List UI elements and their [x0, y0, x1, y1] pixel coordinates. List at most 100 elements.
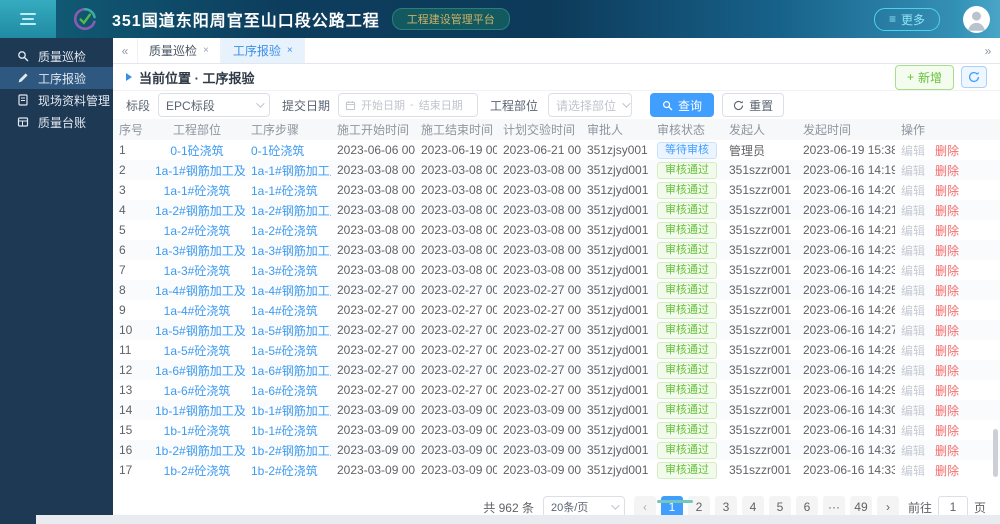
edit-link[interactable]: 编辑 — [901, 384, 925, 398]
table-row[interactable]: 9 1a-4#砼浇筑 1a-4#砼浇筑 2023-02-27 00:00 202… — [113, 300, 1000, 320]
delete-link[interactable]: 删除 — [935, 144, 959, 158]
cell-part-link[interactable]: 1b-2#钢筋加工及安装 — [149, 440, 245, 460]
edit-link[interactable]: 编辑 — [901, 244, 925, 258]
edit-link[interactable]: 编辑 — [901, 364, 925, 378]
table-row[interactable]: 12 1a-6#钢筋加工及安装 1a-6#钢筋加工及安装 2023-02-27 … — [113, 360, 1000, 380]
delete-link[interactable]: 删除 — [935, 164, 959, 178]
table-row[interactable]: 5 1a-2#砼浇筑 1a-2#砼浇筑 2023-03-08 00:00 202… — [113, 220, 1000, 240]
table-row[interactable]: 3 1a-1#砼浇筑 1a-1#砼浇筑 2023-03-08 00:00 202… — [113, 180, 1000, 200]
more-button[interactable]: ≡ 更多 — [873, 7, 940, 31]
vertical-scrollbar-thumb[interactable] — [993, 429, 998, 477]
cell-step-link[interactable]: 1a-5#钢筋加工及安装 — [245, 320, 331, 340]
cell-part-link[interactable]: 1a-6#砼浇筑 — [149, 380, 245, 400]
tabs-scroll-right-icon[interactable]: » — [976, 38, 1000, 63]
section-select[interactable]: EPC标段 — [158, 93, 271, 117]
edit-link[interactable]: 编辑 — [901, 164, 925, 178]
cell-part-link[interactable]: 1b-1#钢筋加工及安装 — [149, 400, 245, 420]
cell-step-link[interactable]: 0-1砼浇筑 — [245, 140, 331, 160]
delete-link[interactable]: 删除 — [935, 284, 959, 298]
delete-link[interactable]: 删除 — [935, 204, 959, 218]
cell-step-link[interactable]: 1a-4#砼浇筑 — [245, 300, 331, 320]
cell-step-link[interactable]: 1a-3#钢筋加工及安装 — [245, 240, 331, 260]
delete-link[interactable]: 删除 — [935, 244, 959, 258]
sidebar-item-site-documents[interactable]: 现场资料管理 — [0, 89, 113, 111]
cell-step-link[interactable]: 1a-2#钢筋加工及安装 — [245, 200, 331, 220]
date-range-input[interactable]: 开始日期 - 结束日期 — [338, 93, 479, 117]
edit-link[interactable]: 编辑 — [901, 204, 925, 218]
cell-step-link[interactable]: 1b-2#砼浇筑 — [245, 460, 331, 480]
collapse-menu-icon[interactable] — [0, 0, 56, 38]
cell-part-link[interactable]: 1a-5#砼浇筑 — [149, 340, 245, 360]
delete-link[interactable]: 删除 — [935, 184, 959, 198]
edit-link[interactable]: 编辑 — [901, 404, 925, 418]
cell-step-link[interactable]: 1b-1#钢筋加工及安装 — [245, 400, 331, 420]
delete-link[interactable]: 删除 — [935, 264, 959, 278]
cell-step-link[interactable]: 1a-1#砼浇筑 — [245, 180, 331, 200]
cell-part-link[interactable]: 1b-1#砼浇筑 — [149, 420, 245, 440]
cell-part-link[interactable]: 1a-2#钢筋加工及安装 — [149, 200, 245, 220]
edit-link[interactable]: 编辑 — [901, 264, 925, 278]
delete-link[interactable]: 删除 — [935, 344, 959, 358]
edit-link[interactable]: 编辑 — [901, 304, 925, 318]
delete-link[interactable]: 删除 — [935, 384, 959, 398]
table-row[interactable]: 16 1b-2#钢筋加工及安装 1b-2#钢筋加工及安装 2023-03-09 … — [113, 440, 1000, 460]
cell-step-link[interactable]: 1a-4#钢筋加工及安装 — [245, 280, 331, 300]
delete-link[interactable]: 删除 — [935, 224, 959, 238]
delete-link[interactable]: 删除 — [935, 304, 959, 318]
cell-part-link[interactable]: 1a-1#砼浇筑 — [149, 180, 245, 200]
edit-link[interactable]: 编辑 — [901, 444, 925, 458]
cell-part-link[interactable]: 1a-6#钢筋加工及安装 — [149, 360, 245, 380]
window-horizontal-scrollbar[interactable] — [36, 515, 1000, 524]
cell-step-link[interactable]: 1a-1#钢筋加工及安装 — [245, 160, 331, 180]
delete-link[interactable]: 删除 — [935, 444, 959, 458]
delete-link[interactable]: 删除 — [935, 364, 959, 378]
cell-part-link[interactable]: 1b-2#砼浇筑 — [149, 460, 245, 480]
edit-link[interactable]: 编辑 — [901, 144, 925, 158]
cell-step-link[interactable]: 1b-1#砼浇筑 — [245, 420, 331, 440]
tab-process-inspection[interactable]: 工序报验 × — [220, 38, 305, 63]
part-select[interactable]: 请选择部位 — [548, 93, 633, 117]
cell-step-link[interactable]: 1a-6#钢筋加工及安装 — [245, 360, 331, 380]
close-icon[interactable]: × — [203, 45, 209, 56]
cell-part-link[interactable]: 1a-4#砼浇筑 — [149, 300, 245, 320]
table-row[interactable]: 8 1a-4#钢筋加工及安装 1a-4#钢筋加工及安装 2023-02-27 0… — [113, 280, 1000, 300]
cell-part-link[interactable]: 1a-3#钢筋加工及安装 — [149, 240, 245, 260]
cell-part-link[interactable]: 0-1砼浇筑 — [149, 140, 245, 160]
edit-link[interactable]: 编辑 — [901, 324, 925, 338]
cell-step-link[interactable]: 1a-6#砼浇筑 — [245, 380, 331, 400]
edit-link[interactable]: 编辑 — [901, 424, 925, 438]
edit-link[interactable]: 编辑 — [901, 184, 925, 198]
cell-part-link[interactable]: 1a-5#钢筋加工及安装 — [149, 320, 245, 340]
cell-step-link[interactable]: 1a-3#砼浇筑 — [245, 260, 331, 280]
sidebar-item-quality-patrol[interactable]: 质量巡检 — [0, 45, 113, 67]
reset-button[interactable]: 重置 — [722, 93, 785, 117]
table-row[interactable]: 17 1b-2#砼浇筑 1b-2#砼浇筑 2023-03-09 00:00 20… — [113, 460, 1000, 480]
delete-link[interactable]: 删除 — [935, 404, 959, 418]
cell-part-link[interactable]: 1a-3#砼浇筑 — [149, 260, 245, 280]
table-row[interactable]: 11 1a-5#砼浇筑 1a-5#砼浇筑 2023-02-27 00:00 20… — [113, 340, 1000, 360]
table-row[interactable]: 2 1a-1#钢筋加工及安装 1a-1#钢筋加工及安装 2023-03-08 0… — [113, 160, 1000, 180]
table-row[interactable]: 6 1a-3#钢筋加工及安装 1a-3#钢筋加工及安装 2023-03-08 0… — [113, 240, 1000, 260]
edit-link[interactable]: 编辑 — [901, 464, 925, 478]
cell-part-link[interactable]: 1a-2#砼浇筑 — [149, 220, 245, 240]
add-button[interactable]: + 新增 — [894, 64, 954, 90]
table-row[interactable]: 13 1a-6#砼浇筑 1a-6#砼浇筑 2023-02-27 00:00 20… — [113, 380, 1000, 400]
cell-step-link[interactable]: 1a-5#砼浇筑 — [245, 340, 331, 360]
delete-link[interactable]: 删除 — [935, 324, 959, 338]
sidebar-item-process-inspection[interactable]: 工序报验 — [0, 67, 113, 89]
table-row[interactable]: 14 1b-1#钢筋加工及安装 1b-1#钢筋加工及安装 2023-03-09 … — [113, 400, 1000, 420]
avatar[interactable] — [962, 5, 990, 33]
edit-link[interactable]: 编辑 — [901, 224, 925, 238]
cell-part-link[interactable]: 1a-1#钢筋加工及安装 — [149, 160, 245, 180]
cell-step-link[interactable]: 1a-2#砼浇筑 — [245, 220, 331, 240]
table-row[interactable]: 4 1a-2#钢筋加工及安装 1a-2#钢筋加工及安装 2023-03-08 0… — [113, 200, 1000, 220]
table-row[interactable]: 15 1b-1#砼浇筑 1b-1#砼浇筑 2023-03-09 00:00 20… — [113, 420, 1000, 440]
delete-link[interactable]: 删除 — [935, 464, 959, 478]
close-icon[interactable]: × — [287, 45, 293, 56]
search-button[interactable]: 查询 — [650, 93, 715, 117]
table-row[interactable]: 10 1a-5#钢筋加工及安装 1a-5#钢筋加工及安装 2023-02-27 … — [113, 320, 1000, 340]
edit-link[interactable]: 编辑 — [901, 284, 925, 298]
cell-step-link[interactable]: 1b-2#钢筋加工及安装 — [245, 440, 331, 460]
tabs-scroll-left-icon[interactable]: « — [113, 38, 137, 63]
table-row[interactable]: 1 0-1砼浇筑 0-1砼浇筑 2023-06-06 00:00 2023-06… — [113, 140, 1000, 160]
